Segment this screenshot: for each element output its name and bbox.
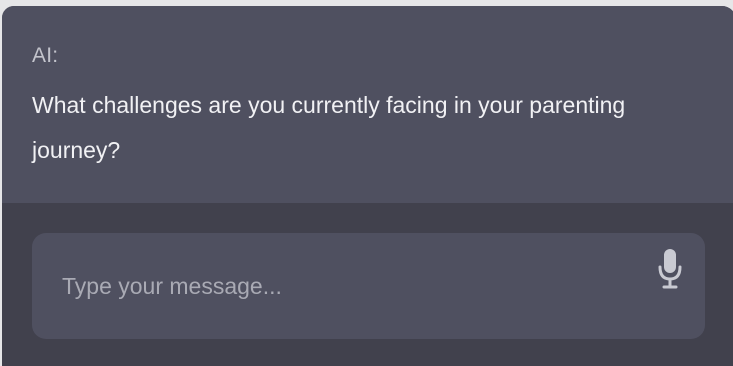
composer-area — [2, 203, 733, 366]
message-input[interactable] — [32, 233, 632, 339]
message-input-box[interactable] — [32, 233, 705, 339]
message-text: What challenges are you currently facing… — [32, 92, 626, 163]
ai-message: AI: What challenges are you currently fa… — [2, 6, 733, 203]
sender-label: AI: — [32, 44, 59, 67]
microphone-button[interactable] — [654, 247, 686, 291]
microphone-icon — [658, 249, 682, 289]
chat-panel: AI: What challenges are you currently fa… — [2, 6, 733, 366]
